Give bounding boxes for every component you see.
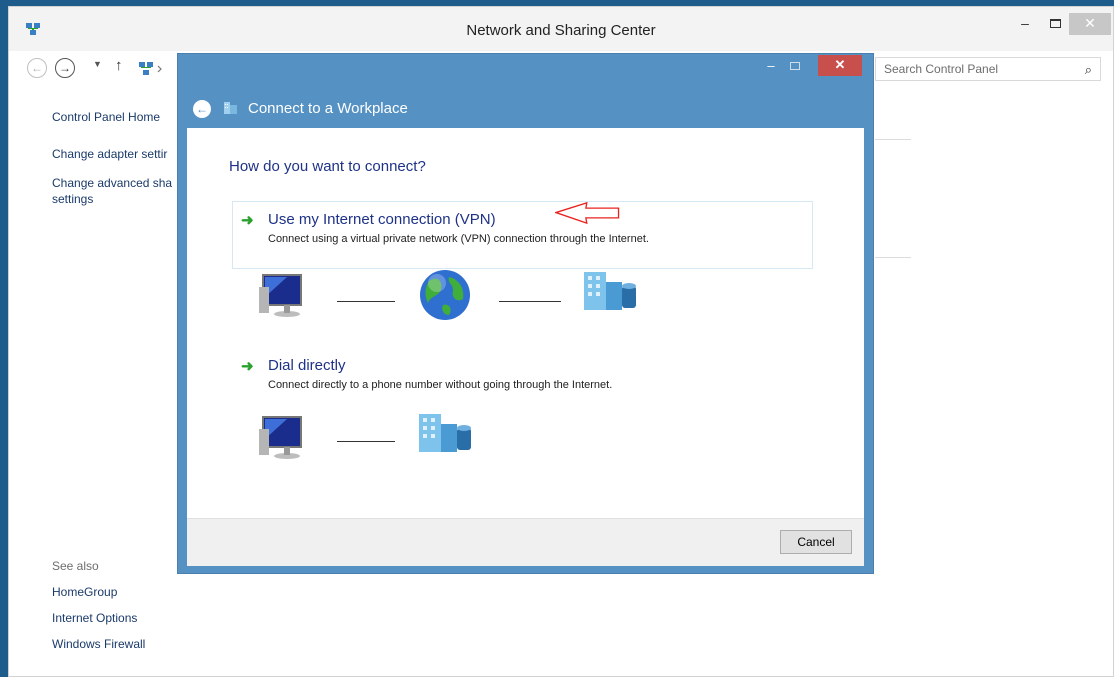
location-network-icon[interactable] — [137, 58, 173, 80]
dialog-footer: Cancel — [187, 518, 864, 566]
connection-line — [337, 441, 395, 442]
back-arrow-icon[interactable]: ← — [27, 58, 47, 78]
building-icon — [584, 272, 636, 310]
connection-line — [499, 301, 561, 302]
cancel-button[interactable]: Cancel — [780, 530, 852, 554]
dialog-header: ← Connect to a Workplace — [178, 88, 873, 128]
see-also-heading: See also — [52, 559, 99, 573]
connection-line — [337, 301, 395, 302]
divider — [875, 139, 911, 140]
maximize-icon — [1049, 19, 1061, 28]
internet-options-link[interactable]: Internet Options — [52, 610, 137, 626]
maximize-button[interactable] — [1041, 13, 1069, 35]
title-bar: Network and Sharing Center – ✕ — [9, 7, 1113, 51]
green-arrow-icon: ➜ — [241, 212, 254, 229]
back-arrow-icon[interactable]: ← — [193, 100, 211, 118]
up-arrow-icon[interactable]: ↑ — [115, 57, 123, 74]
connect-to-workplace-dialog: – ✕ ← Connect to a Workplace How do you … — [177, 53, 874, 574]
dial-option-description: Connect directly to a phone number witho… — [268, 379, 613, 391]
computer-icon — [259, 274, 302, 317]
search-input[interactable] — [884, 62, 1064, 76]
close-button[interactable]: ✕ — [1069, 13, 1111, 35]
minimize-button[interactable]: – — [1011, 13, 1039, 35]
green-arrow-icon: ➜ — [241, 358, 254, 375]
dialog-title-bar: – ✕ — [178, 54, 873, 88]
computer-icon — [259, 416, 302, 459]
link-text-line-1: Change advanced sha — [52, 176, 173, 190]
forward-arrow-icon[interactable]: → — [55, 58, 75, 78]
globe-icon — [420, 270, 470, 320]
change-advanced-sharing-link[interactable]: Change advanced sha settings — [52, 175, 187, 207]
building-icon — [419, 414, 471, 452]
dialog-minimize-button[interactable]: – — [760, 58, 782, 76]
link-text-line-2: settings — [52, 192, 94, 206]
dialog-maximize-button[interactable] — [790, 62, 800, 70]
search-icon[interactable]: ⌕ — [1085, 62, 1092, 78]
change-adapter-settings-link[interactable]: Change adapter settir — [52, 146, 167, 162]
homegroup-link[interactable]: HomeGroup — [52, 584, 117, 600]
dialog-content: How do you want to connect? ➜ Use my Int… — [187, 128, 864, 518]
workplace-icon — [224, 102, 237, 114]
dialog-close-button[interactable]: ✕ — [818, 55, 862, 76]
search-box[interactable]: ⌕ — [875, 57, 1101, 81]
windows-firewall-link[interactable]: Windows Firewall — [52, 636, 145, 652]
vpn-option-title[interactable]: Use my Internet connection (VPN) — [268, 211, 496, 228]
connect-question: How do you want to connect? — [229, 158, 426, 175]
divider — [875, 257, 911, 258]
annotation-arrow-icon — [555, 201, 620, 225]
dial-option-title[interactable]: Dial directly — [268, 357, 346, 374]
window-title: Network and Sharing Center — [466, 22, 656, 39]
recent-locations-icon[interactable]: ▼ — [93, 59, 102, 69]
dialog-title: Connect to a Workplace — [248, 100, 408, 117]
control-panel-home-link[interactable]: Control Panel Home — [52, 109, 160, 125]
